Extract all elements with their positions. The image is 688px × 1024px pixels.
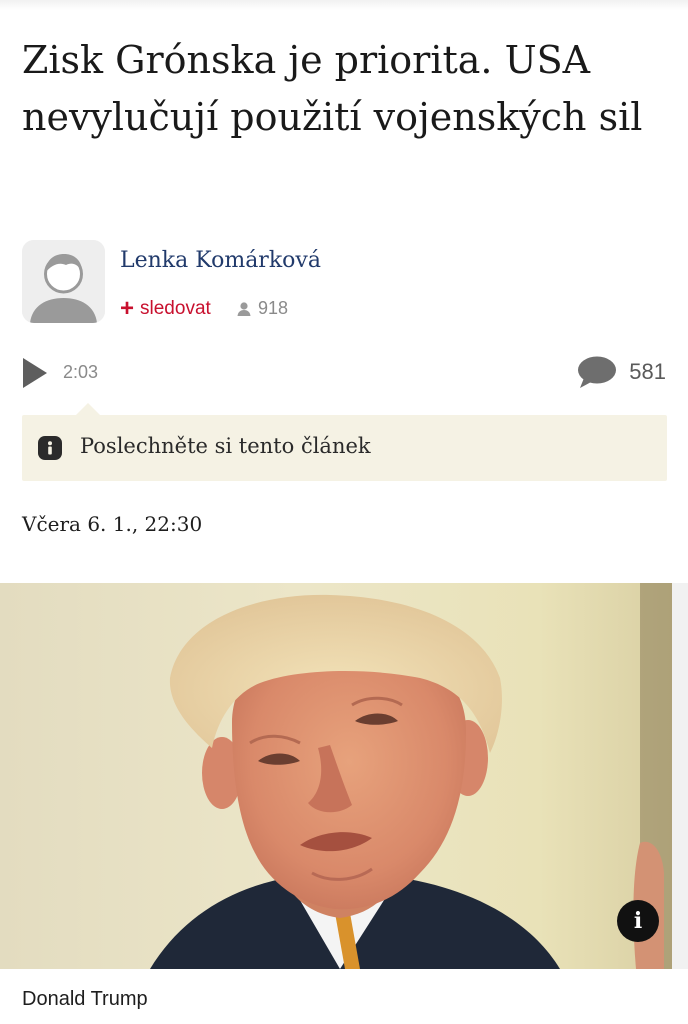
photo-info-button[interactable]: i [617,900,659,942]
follow-label: sledovat [140,298,211,319]
portrait-photo [0,583,672,969]
listen-article-label: Poslechněte si tento článek [80,434,371,458]
user-silhouette-icon [22,240,105,323]
follow-button[interactable]: + sledovat [120,297,211,321]
article-headline: Zisk Grónska je priorita. USA nevylučují… [22,38,643,139]
article-photo[interactable] [0,583,672,969]
top-divider [0,0,688,10]
plus-icon: + [120,295,135,322]
listen-article-button[interactable]: Poslechněte si tento článek [22,403,667,481]
audio-duration: 2:03 [63,362,99,382]
audio-row: 2:03 581 [22,355,666,391]
author-block: Lenka Komárková + sledovat 918 [22,240,662,326]
play-icon[interactable] [22,357,48,389]
photo-side-strip [672,583,688,969]
comments-link[interactable]: 581 [577,355,666,389]
photo-caption: Donald Trump [22,988,148,1010]
follower-count-value: 918 [258,298,289,318]
article-dateline: Včera 6. 1., 22:30 [22,512,203,536]
listen-info-icon [38,436,62,460]
comments-count: 581 [629,359,666,384]
author-avatar[interactable] [22,240,105,323]
follower-count: 918 [236,298,288,319]
author-name-link[interactable]: Lenka Komárková [120,248,321,273]
speech-bubble-icon [578,356,617,388]
person-icon [237,301,251,316]
